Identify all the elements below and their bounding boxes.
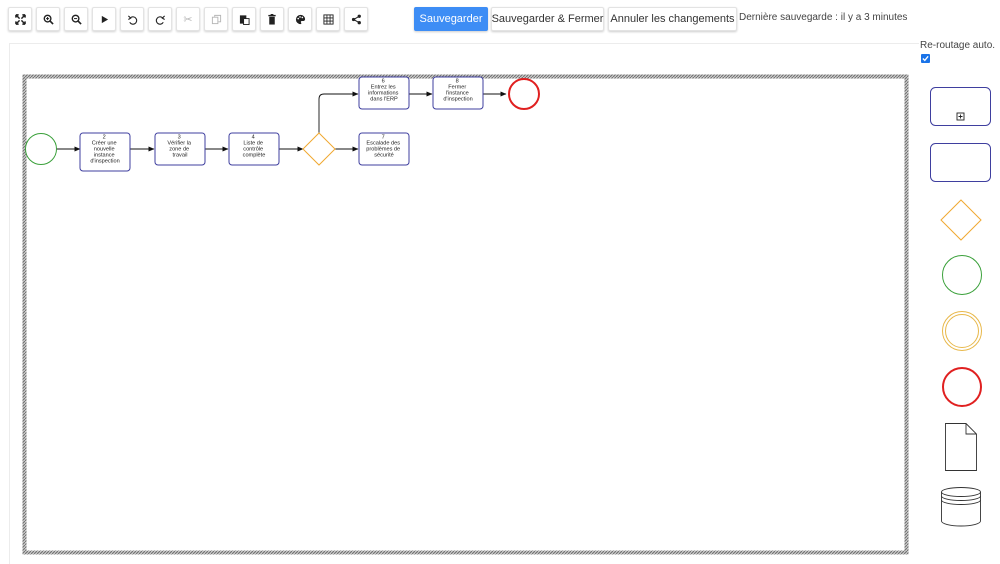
start-event[interactable] [25, 133, 57, 165]
grid-icon [322, 13, 334, 25]
last-saved-status: Dernière sauvegarde : il y a 3 minutes [739, 12, 908, 23]
zoom-out-button[interactable] [64, 7, 88, 31]
copy-icon [211, 14, 221, 24]
end-event[interactable] [508, 78, 540, 110]
task-4[interactable]: 4 Liste de contrôle complète [228, 132, 280, 166]
bpmn-diagram: 2 Créer une nouvelle instance d'inspecti… [22, 74, 909, 555]
data-object-shape[interactable] [944, 422, 978, 472]
task-8[interactable]: 8 Fermer l'instance d'inspection [432, 76, 484, 110]
task-4-line: complète [243, 153, 266, 159]
cut-button[interactable]: ✂ [176, 7, 200, 31]
undo-icon [127, 14, 137, 25]
task-6[interactable]: 6 Entrez les informations dans l'ERP [358, 76, 410, 110]
task-2[interactable]: 2 Créer une nouvelle instance d'inspecti… [79, 132, 131, 172]
flow-gateway-to-6[interactable] [318, 91, 359, 133]
zoom-in-button[interactable] [36, 7, 60, 31]
exclusive-gateway[interactable] [302, 132, 336, 166]
palette-icon [295, 14, 305, 24]
fit-to-screen-icon [14, 13, 26, 25]
checkmark-icon [922, 55, 929, 62]
toolbar: ✂ [8, 7, 368, 31]
save-and-close-button[interactable]: Sauvegarder & Fermer [491, 7, 604, 31]
play-button[interactable] [92, 7, 116, 31]
share-button[interactable] [344, 7, 368, 31]
task-8-line: d'inspection [443, 97, 472, 103]
fit-to-screen-button[interactable] [8, 7, 32, 31]
palette-button[interactable] [288, 7, 312, 31]
copy-button[interactable] [204, 7, 228, 31]
start-event-shape[interactable] [941, 254, 983, 296]
redo-icon [155, 14, 165, 25]
task-6-line: dans l'ERP [370, 97, 398, 103]
task-7-line: sécurité [374, 153, 394, 159]
paste-button[interactable] [232, 7, 256, 31]
cancel-changes-button[interactable]: Annuler les changements [608, 7, 737, 31]
delete-icon [268, 13, 276, 25]
play-icon [101, 15, 108, 23]
data-store-shape[interactable] [940, 486, 982, 528]
save-button[interactable]: Sauvegarder [414, 7, 488, 31]
task-3-line: travail [173, 153, 188, 159]
paste-icon [239, 14, 250, 25]
auto-reroute-checkbox[interactable] [921, 54, 930, 63]
task-7[interactable]: 7 Escalade des problèmes de sécurité [358, 132, 410, 166]
zoom-in-icon [43, 14, 54, 25]
intermediate-event-shape[interactable] [941, 310, 983, 352]
task-2-line: d'inspection [90, 159, 119, 165]
share-icon [351, 14, 361, 24]
cut-icon: ✂ [183, 12, 193, 26]
auto-reroute-label: Re-routage auto. [920, 40, 996, 51]
subprocess-shape[interactable] [929, 86, 993, 128]
task-3[interactable]: 3 Vérifier la zone de travail [154, 132, 206, 166]
task-shape[interactable] [929, 142, 993, 184]
delete-button[interactable] [260, 7, 284, 31]
gateway-shape[interactable] [939, 198, 983, 242]
end-event-shape[interactable] [941, 366, 983, 408]
undo-button[interactable] [120, 7, 144, 31]
zoom-out-icon [71, 14, 82, 25]
grid-button[interactable] [316, 7, 340, 31]
diagram-canvas[interactable]: 2 Créer une nouvelle instance d'inspecti… [9, 43, 919, 564]
redo-button[interactable] [148, 7, 172, 31]
